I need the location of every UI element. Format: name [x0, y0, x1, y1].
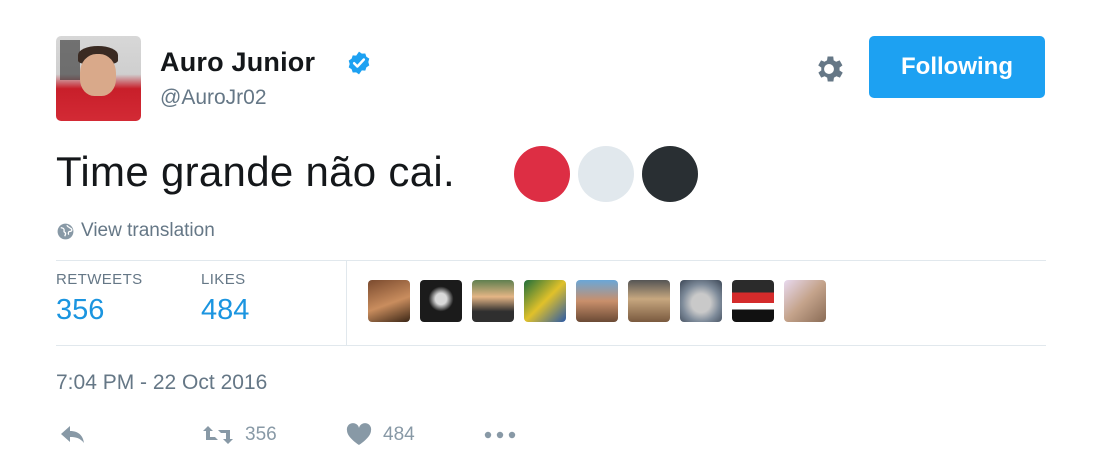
view-translation-label: View translation [81, 220, 215, 241]
stats-separator [346, 261, 347, 345]
retweets-stat[interactable]: RETWEETS 356 [56, 271, 143, 327]
white-circle-emoji [578, 146, 634, 202]
likes-stat[interactable]: LIKES 484 [201, 271, 249, 327]
like-count: 484 [383, 424, 415, 445]
red-circle-emoji [514, 146, 570, 202]
retweet-icon [203, 426, 233, 444]
avatar-face [80, 54, 116, 96]
liker-avatar[interactable] [732, 280, 774, 322]
divider-bottom [56, 345, 1046, 346]
more-button[interactable] [482, 423, 518, 447]
retweets-count[interactable]: 356 [56, 294, 143, 327]
liker-avatar[interactable] [680, 280, 722, 322]
retweets-label: RETWEETS [56, 271, 143, 288]
avatar-background-sign [60, 40, 80, 80]
tweet-timestamp[interactable]: 7:04 PM - 22 Oct 2016 [56, 371, 267, 395]
retweet-count: 356 [245, 424, 277, 445]
divider-top [56, 260, 1046, 261]
likes-label: LIKES [201, 271, 246, 288]
liker-avatar[interactable] [784, 280, 826, 322]
retweet-button[interactable]: 356 [201, 423, 277, 447]
liker-avatar[interactable] [368, 280, 410, 322]
reply-button[interactable] [58, 423, 88, 447]
globe-icon [57, 223, 74, 239]
liker-avatars [368, 280, 826, 322]
liker-avatar[interactable] [628, 280, 670, 322]
gear-icon[interactable] [812, 52, 846, 86]
black-circle-emoji [642, 146, 698, 202]
following-button[interactable]: Following [869, 36, 1045, 98]
like-button[interactable]: 484 [345, 423, 415, 447]
liker-avatar[interactable] [472, 280, 514, 322]
tweet-text: Time grande não cai. [56, 148, 455, 195]
liker-avatar[interactable] [576, 280, 618, 322]
likes-count[interactable]: 484 [201, 294, 249, 327]
liker-avatar[interactable] [420, 280, 462, 322]
user-handle[interactable]: @AuroJr02 [160, 86, 267, 110]
reply-icon [61, 426, 84, 443]
more-icon [484, 431, 516, 439]
view-translation-link[interactable]: View translation [56, 220, 215, 242]
liker-avatar[interactable] [524, 280, 566, 322]
display-name[interactable]: Auro Junior [160, 47, 315, 78]
heart-icon [346, 423, 372, 445]
verified-badge-icon [348, 51, 370, 75]
avatar[interactable] [56, 36, 141, 121]
